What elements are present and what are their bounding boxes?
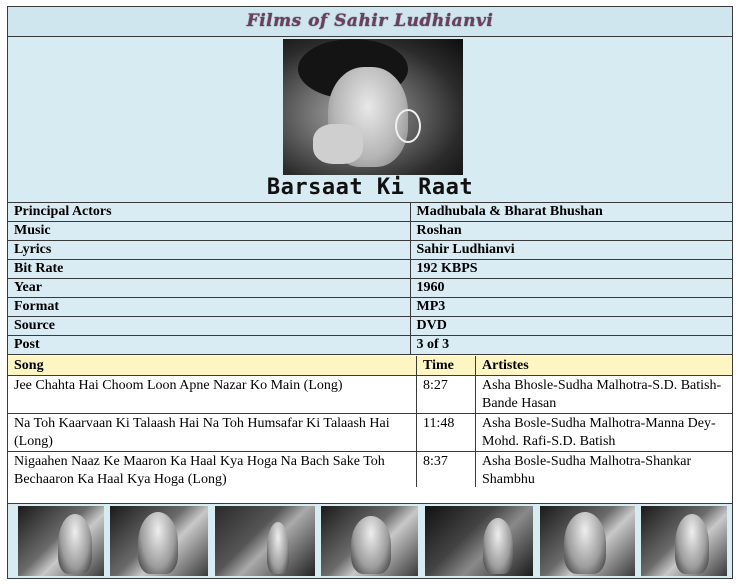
column-header-song: Song [8, 356, 417, 376]
info-row-lyrics: Lyrics Sahir Ludhianvi [8, 240, 732, 260]
info-value: MP3 [410, 297, 732, 317]
film-still-4 [321, 506, 418, 576]
info-value: Sahir Ludhianvi [410, 240, 732, 260]
info-row-post: Post 3 of 3 [8, 335, 732, 355]
song-artistes: Asha Bhosle-Sudha Malhotra-S.D. Batish-B… [475, 375, 732, 414]
title-row: Films of Sahir Ludhianvi [8, 7, 732, 37]
film-card: Films of Sahir Ludhianvi Barsaat Ki Raat… [7, 6, 733, 579]
poster-hand [313, 124, 363, 164]
song-title: Na Toh Kaarvaan Ki Talaash Hai Na Toh Hu… [8, 413, 417, 452]
film-still-2 [110, 506, 208, 576]
info-row-actors: Principal Actors Madhubala & Bharat Bhus… [8, 203, 732, 222]
table-row: Jee Chahta Hai Choom Loon Apne Nazar Ko … [8, 375, 732, 414]
song-table: Song Time Artistes Jee Chahta Hai Choom … [8, 356, 732, 490]
info-label: Bit Rate [8, 259, 411, 279]
film-stills-strip [8, 504, 732, 578]
column-header-artistes: Artistes [475, 356, 732, 376]
song-artistes: Asha Bosle-Sudha Malhotra-Manna Dey-Mohd… [475, 413, 732, 452]
info-label: Music [8, 221, 411, 241]
column-header-time: Time [416, 356, 476, 376]
movie-title-caption: Barsaat Ki Raat [266, 175, 474, 200]
info-value: 3 of 3 [410, 335, 732, 355]
film-info-table: Principal Actors Madhubala & Bharat Bhus… [8, 203, 732, 355]
song-time: 11:48 [416, 413, 476, 452]
still-figure [483, 518, 513, 574]
info-value: 1960 [410, 278, 732, 298]
table-row: Nigaahen Naaz Ke Maaron Ka Haal Kya Hoga… [8, 451, 732, 490]
info-label: Lyrics [8, 240, 411, 260]
movie-poster-image [283, 39, 463, 175]
song-table-header: Song Time Artistes [8, 356, 732, 376]
table-row: Na Toh Kaarvaan Ki Talaash Hai Na Toh Hu… [8, 413, 732, 452]
info-row-music: Music Roshan [8, 221, 732, 241]
song-artistes: Asha Bosle-Sudha Malhotra-Shankar Shambh… [475, 451, 732, 490]
info-value: 192 KBPS [410, 259, 732, 279]
info-label: Post [8, 335, 411, 355]
still-figure [58, 514, 92, 574]
info-value: Madhubala & Bharat Bhushan [410, 203, 732, 222]
song-time: 8:27 [416, 375, 476, 414]
film-still-6 [540, 506, 635, 576]
film-still-1 [18, 506, 104, 576]
film-still-3 [215, 506, 315, 576]
info-row-source: Source DVD [8, 316, 732, 336]
song-time: 8:37 [416, 451, 476, 490]
info-row-year: Year 1960 [8, 278, 732, 298]
still-figure [138, 512, 178, 574]
song-title: Jee Chahta Hai Choom Loon Apne Nazar Ko … [8, 375, 417, 414]
film-still-7 [641, 506, 727, 576]
spacer-row [8, 487, 732, 504]
song-title: Nigaahen Naaz Ke Maaron Ka Haal Kya Hoga… [8, 451, 417, 490]
info-value: DVD [410, 316, 732, 336]
info-label: Source [8, 316, 411, 336]
poster-row: Barsaat Ki Raat [8, 37, 732, 203]
info-label: Year [8, 278, 411, 298]
info-label: Format [8, 297, 411, 317]
info-row-format: Format MP3 [8, 297, 732, 317]
info-value: Roshan [410, 221, 732, 241]
still-figure [675, 514, 709, 574]
still-figure [564, 512, 606, 574]
still-figure [267, 522, 289, 574]
still-figure [351, 516, 391, 574]
info-label: Principal Actors [8, 203, 411, 222]
info-row-bitrate: Bit Rate 192 KBPS [8, 259, 732, 279]
film-still-5 [425, 506, 533, 576]
poster-earring [395, 109, 421, 143]
page-title: Films of Sahir Ludhianvi [246, 11, 494, 31]
